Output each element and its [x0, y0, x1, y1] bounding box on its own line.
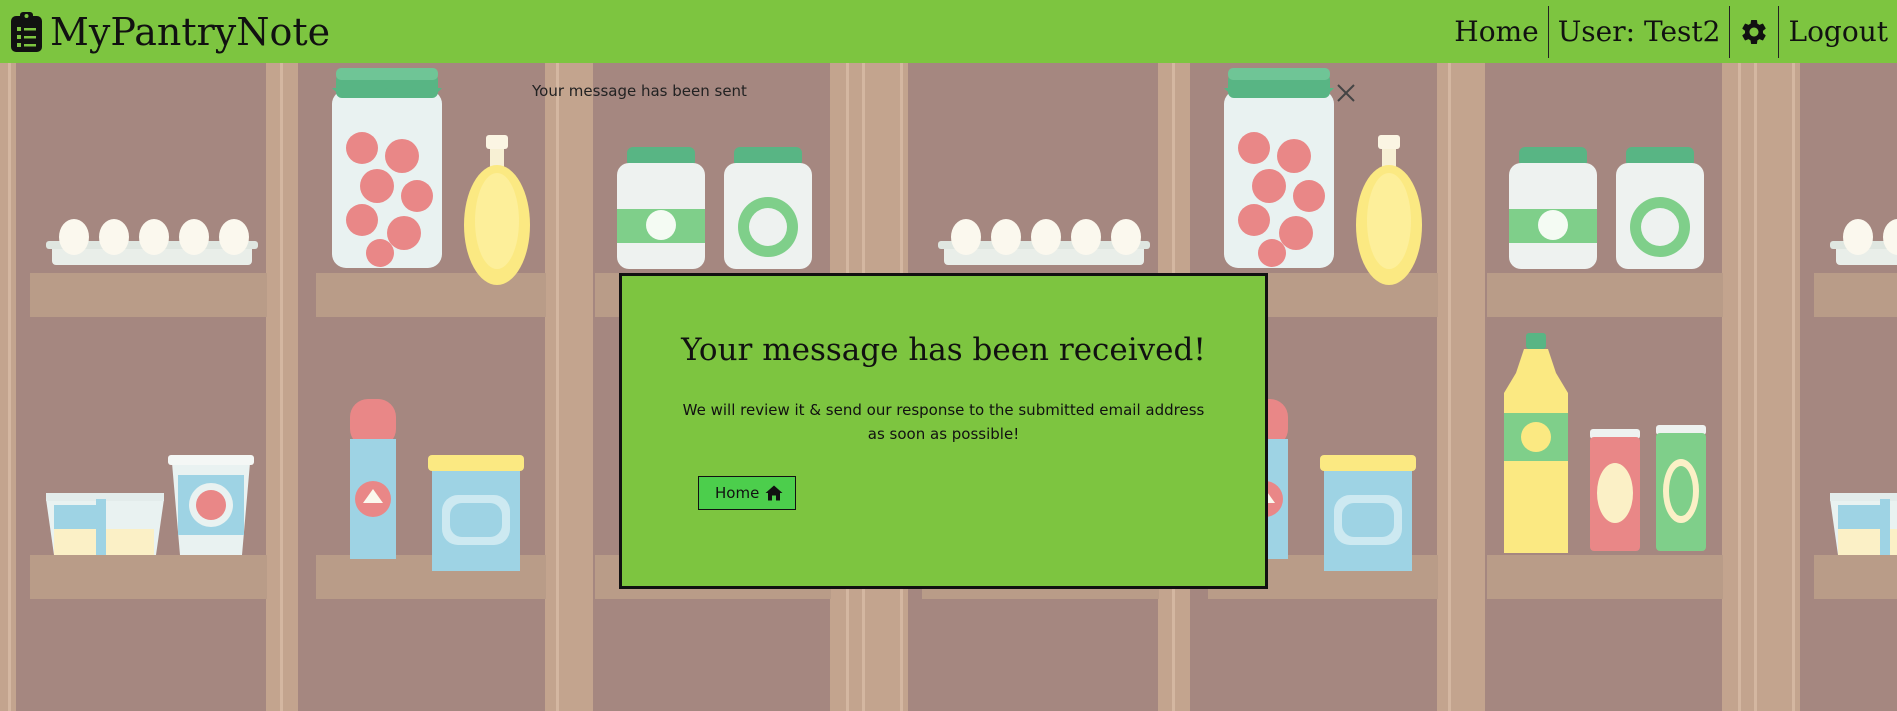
- modal-message: We will review it & send our response to…: [682, 401, 1205, 443]
- nav-user-link[interactable]: User: Test2: [1549, 6, 1730, 58]
- modal-title: Your message has been received!: [681, 332, 1206, 368]
- navbar: MyPantryNote Home User: Test2 Logout: [0, 0, 1897, 63]
- gear-icon: [1742, 19, 1767, 44]
- brand-name: MyPantryNote: [50, 9, 331, 54]
- confirmation-modal: Your message has been received! We will …: [619, 273, 1268, 589]
- home-button[interactable]: Home: [698, 476, 797, 510]
- brand-link[interactable]: MyPantryNote: [0, 0, 330, 63]
- home-button-label: Home: [715, 484, 760, 502]
- nav-settings-link[interactable]: [1730, 6, 1778, 58]
- close-icon: [1337, 84, 1355, 102]
- home-icon: [765, 485, 783, 501]
- nav-home-link[interactable]: Home: [1445, 6, 1547, 58]
- nav-links: Home User: Test2 Logout: [1445, 5, 1897, 58]
- nav-logout-link[interactable]: Logout: [1779, 6, 1897, 58]
- clipboard-list-icon: [11, 11, 42, 52]
- toast-close-button[interactable]: [1335, 82, 1357, 104]
- toast-message: Your message has been sent: [532, 82, 747, 100]
